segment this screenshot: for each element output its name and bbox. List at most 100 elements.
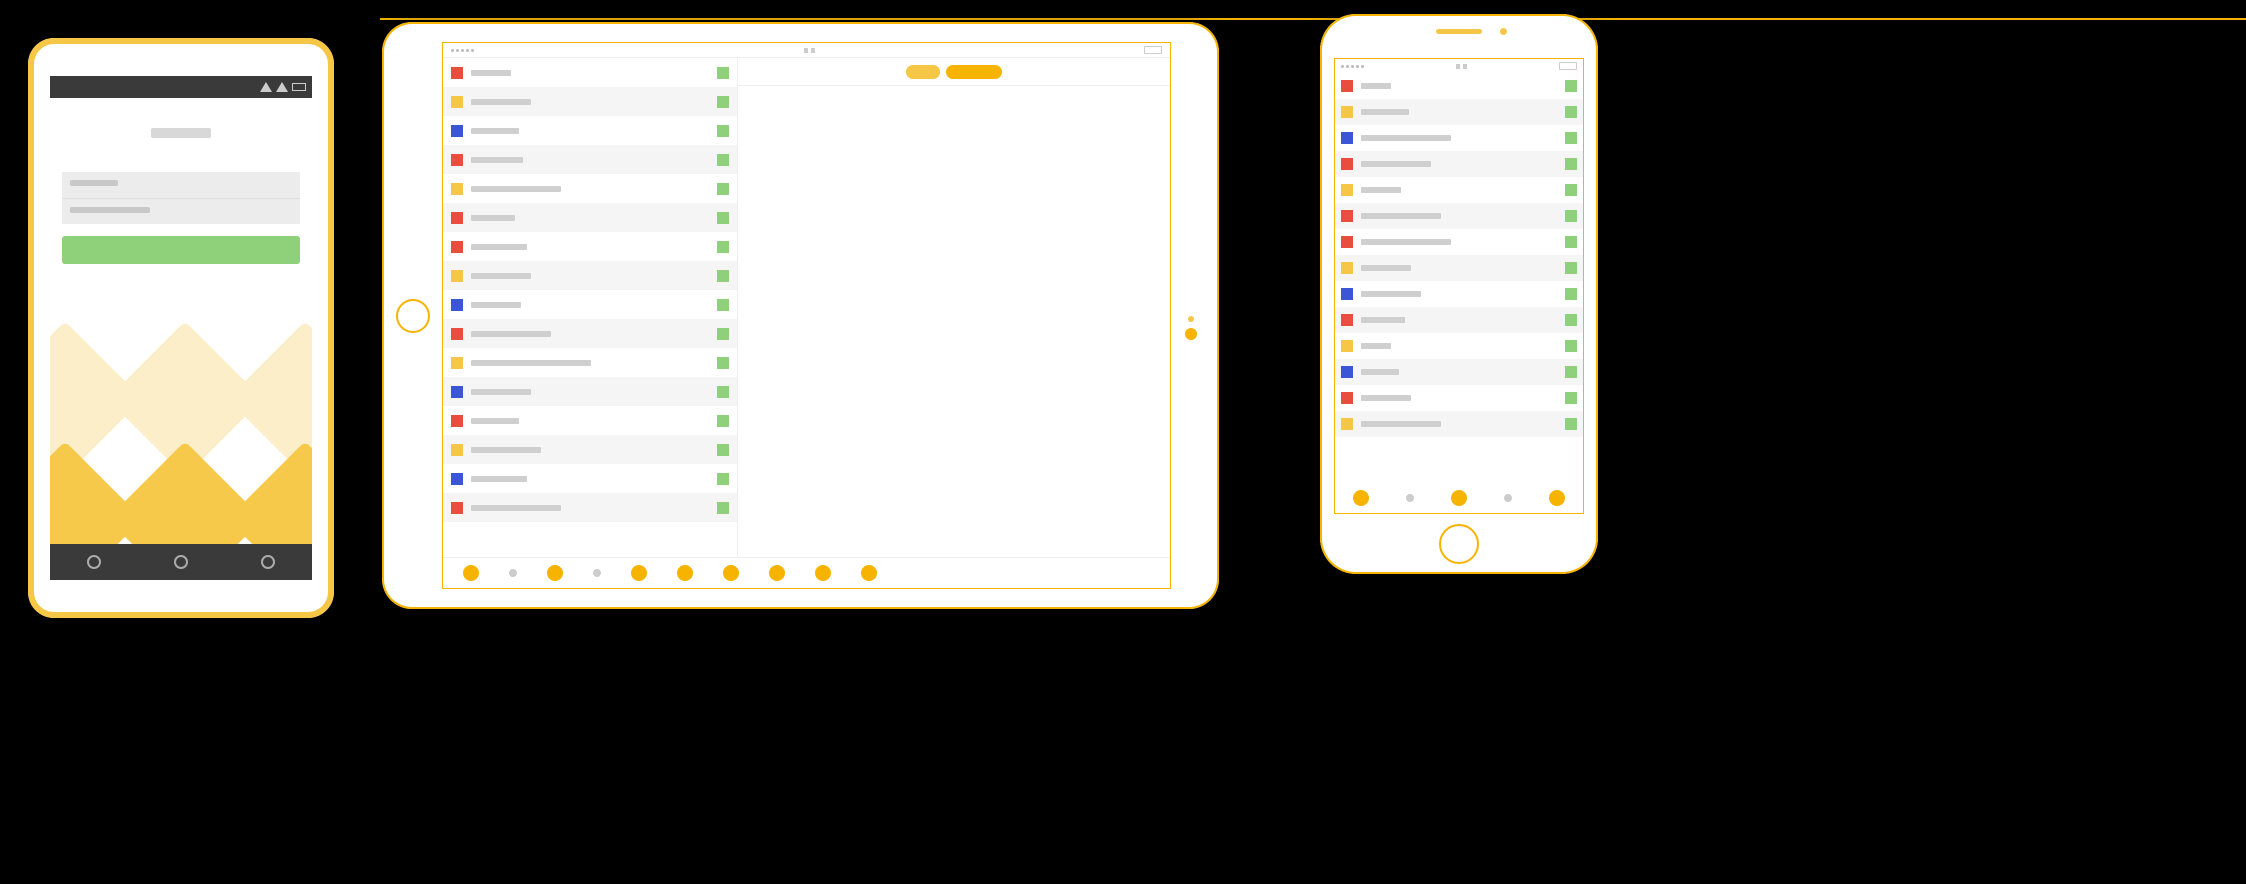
item-label	[1361, 83, 1391, 89]
item-label	[471, 505, 561, 511]
color-tag-icon	[451, 502, 463, 514]
status-center	[804, 48, 815, 53]
decorative-top-line	[380, 18, 2246, 20]
iphone-list[interactable]	[1335, 73, 1583, 483]
color-tag-icon	[1341, 80, 1353, 92]
tab-item[interactable]	[1451, 490, 1467, 506]
list-item[interactable]	[1335, 125, 1583, 151]
list-item[interactable]	[443, 435, 737, 464]
color-tag-icon	[451, 67, 463, 79]
status-center	[1456, 64, 1467, 69]
status-indicator-icon	[717, 183, 729, 195]
item-label	[1361, 161, 1431, 167]
segment-2-active[interactable]	[946, 65, 1002, 79]
ipad-camera	[1185, 316, 1197, 340]
tab-item[interactable]	[677, 565, 693, 581]
color-tag-icon	[1341, 366, 1353, 378]
list-item[interactable]	[1335, 307, 1583, 333]
color-tag-icon	[451, 328, 463, 340]
item-label	[1361, 135, 1451, 141]
tab-separator	[1504, 494, 1512, 502]
tab-item[interactable]	[861, 565, 877, 581]
list-item[interactable]	[1335, 203, 1583, 229]
list-item[interactable]	[1335, 73, 1583, 99]
list-item[interactable]	[1335, 99, 1583, 125]
color-tag-icon	[451, 241, 463, 253]
status-indicator-icon	[717, 502, 729, 514]
color-tag-icon	[1341, 236, 1353, 248]
android-status-bar	[50, 76, 312, 98]
status-indicator-icon	[717, 241, 729, 253]
status-indicator-icon	[1565, 392, 1577, 404]
password-field[interactable]	[62, 198, 300, 224]
tab-item[interactable]	[463, 565, 479, 581]
battery-icon	[1144, 46, 1162, 54]
tab-item[interactable]	[723, 565, 739, 581]
list-item[interactable]	[1335, 281, 1583, 307]
battery-icon	[292, 83, 306, 91]
color-tag-icon	[1341, 132, 1353, 144]
login-form	[62, 172, 300, 224]
master-list[interactable]	[443, 58, 738, 557]
list-item[interactable]	[443, 174, 737, 203]
tab-item[interactable]	[1549, 490, 1565, 506]
list-item[interactable]	[443, 377, 737, 406]
list-item[interactable]	[443, 319, 737, 348]
username-field[interactable]	[62, 172, 300, 198]
nav-home-icon[interactable]	[174, 555, 188, 569]
status-indicator-icon	[1565, 80, 1577, 92]
list-item[interactable]	[1335, 333, 1583, 359]
item-label	[471, 99, 531, 105]
tab-item[interactable]	[1353, 490, 1369, 506]
color-tag-icon	[1341, 314, 1353, 326]
tab-item[interactable]	[547, 565, 563, 581]
color-tag-icon	[1341, 262, 1353, 274]
color-tag-icon	[1341, 106, 1353, 118]
tab-item[interactable]	[631, 565, 647, 581]
list-item[interactable]	[443, 290, 737, 319]
login-header	[50, 98, 312, 168]
item-label	[471, 186, 561, 192]
segment-1[interactable]	[906, 65, 940, 79]
status-indicator-icon	[717, 67, 729, 79]
list-item[interactable]	[1335, 177, 1583, 203]
status-indicator-icon	[1565, 340, 1577, 352]
tab-separator	[1406, 494, 1414, 502]
list-item[interactable]	[443, 58, 737, 87]
list-item[interactable]	[1335, 151, 1583, 177]
nav-recent-icon[interactable]	[261, 555, 275, 569]
list-item[interactable]	[1335, 411, 1583, 437]
list-item[interactable]	[443, 145, 737, 174]
list-item[interactable]	[443, 87, 737, 116]
ipad-home-button[interactable]	[396, 299, 430, 333]
status-indicator-icon	[1565, 158, 1577, 170]
list-item[interactable]	[443, 116, 737, 145]
list-item[interactable]	[443, 464, 737, 493]
list-item[interactable]	[443, 493, 737, 522]
color-tag-icon	[451, 212, 463, 224]
list-item[interactable]	[1335, 359, 1583, 385]
color-tag-icon	[451, 183, 463, 195]
color-tag-icon	[451, 415, 463, 427]
signin-button[interactable]	[62, 236, 300, 264]
nav-back-icon[interactable]	[87, 555, 101, 569]
item-label	[1361, 317, 1405, 323]
list-item[interactable]	[1335, 385, 1583, 411]
item-label	[471, 476, 527, 482]
tab-item[interactable]	[769, 565, 785, 581]
detail-segmented-control[interactable]	[738, 58, 1170, 86]
list-item[interactable]	[1335, 229, 1583, 255]
list-item[interactable]	[443, 348, 737, 377]
item-label	[471, 389, 531, 395]
list-item[interactable]	[443, 261, 737, 290]
iphone-home-button[interactable]	[1439, 524, 1479, 564]
list-item[interactable]	[443, 406, 737, 435]
tab-item[interactable]	[815, 565, 831, 581]
color-tag-icon	[451, 96, 463, 108]
list-item[interactable]	[443, 232, 737, 261]
item-label	[471, 302, 521, 308]
list-item[interactable]	[1335, 255, 1583, 281]
list-item[interactable]	[443, 203, 737, 232]
status-indicator-icon	[1565, 236, 1577, 248]
color-tag-icon	[451, 386, 463, 398]
